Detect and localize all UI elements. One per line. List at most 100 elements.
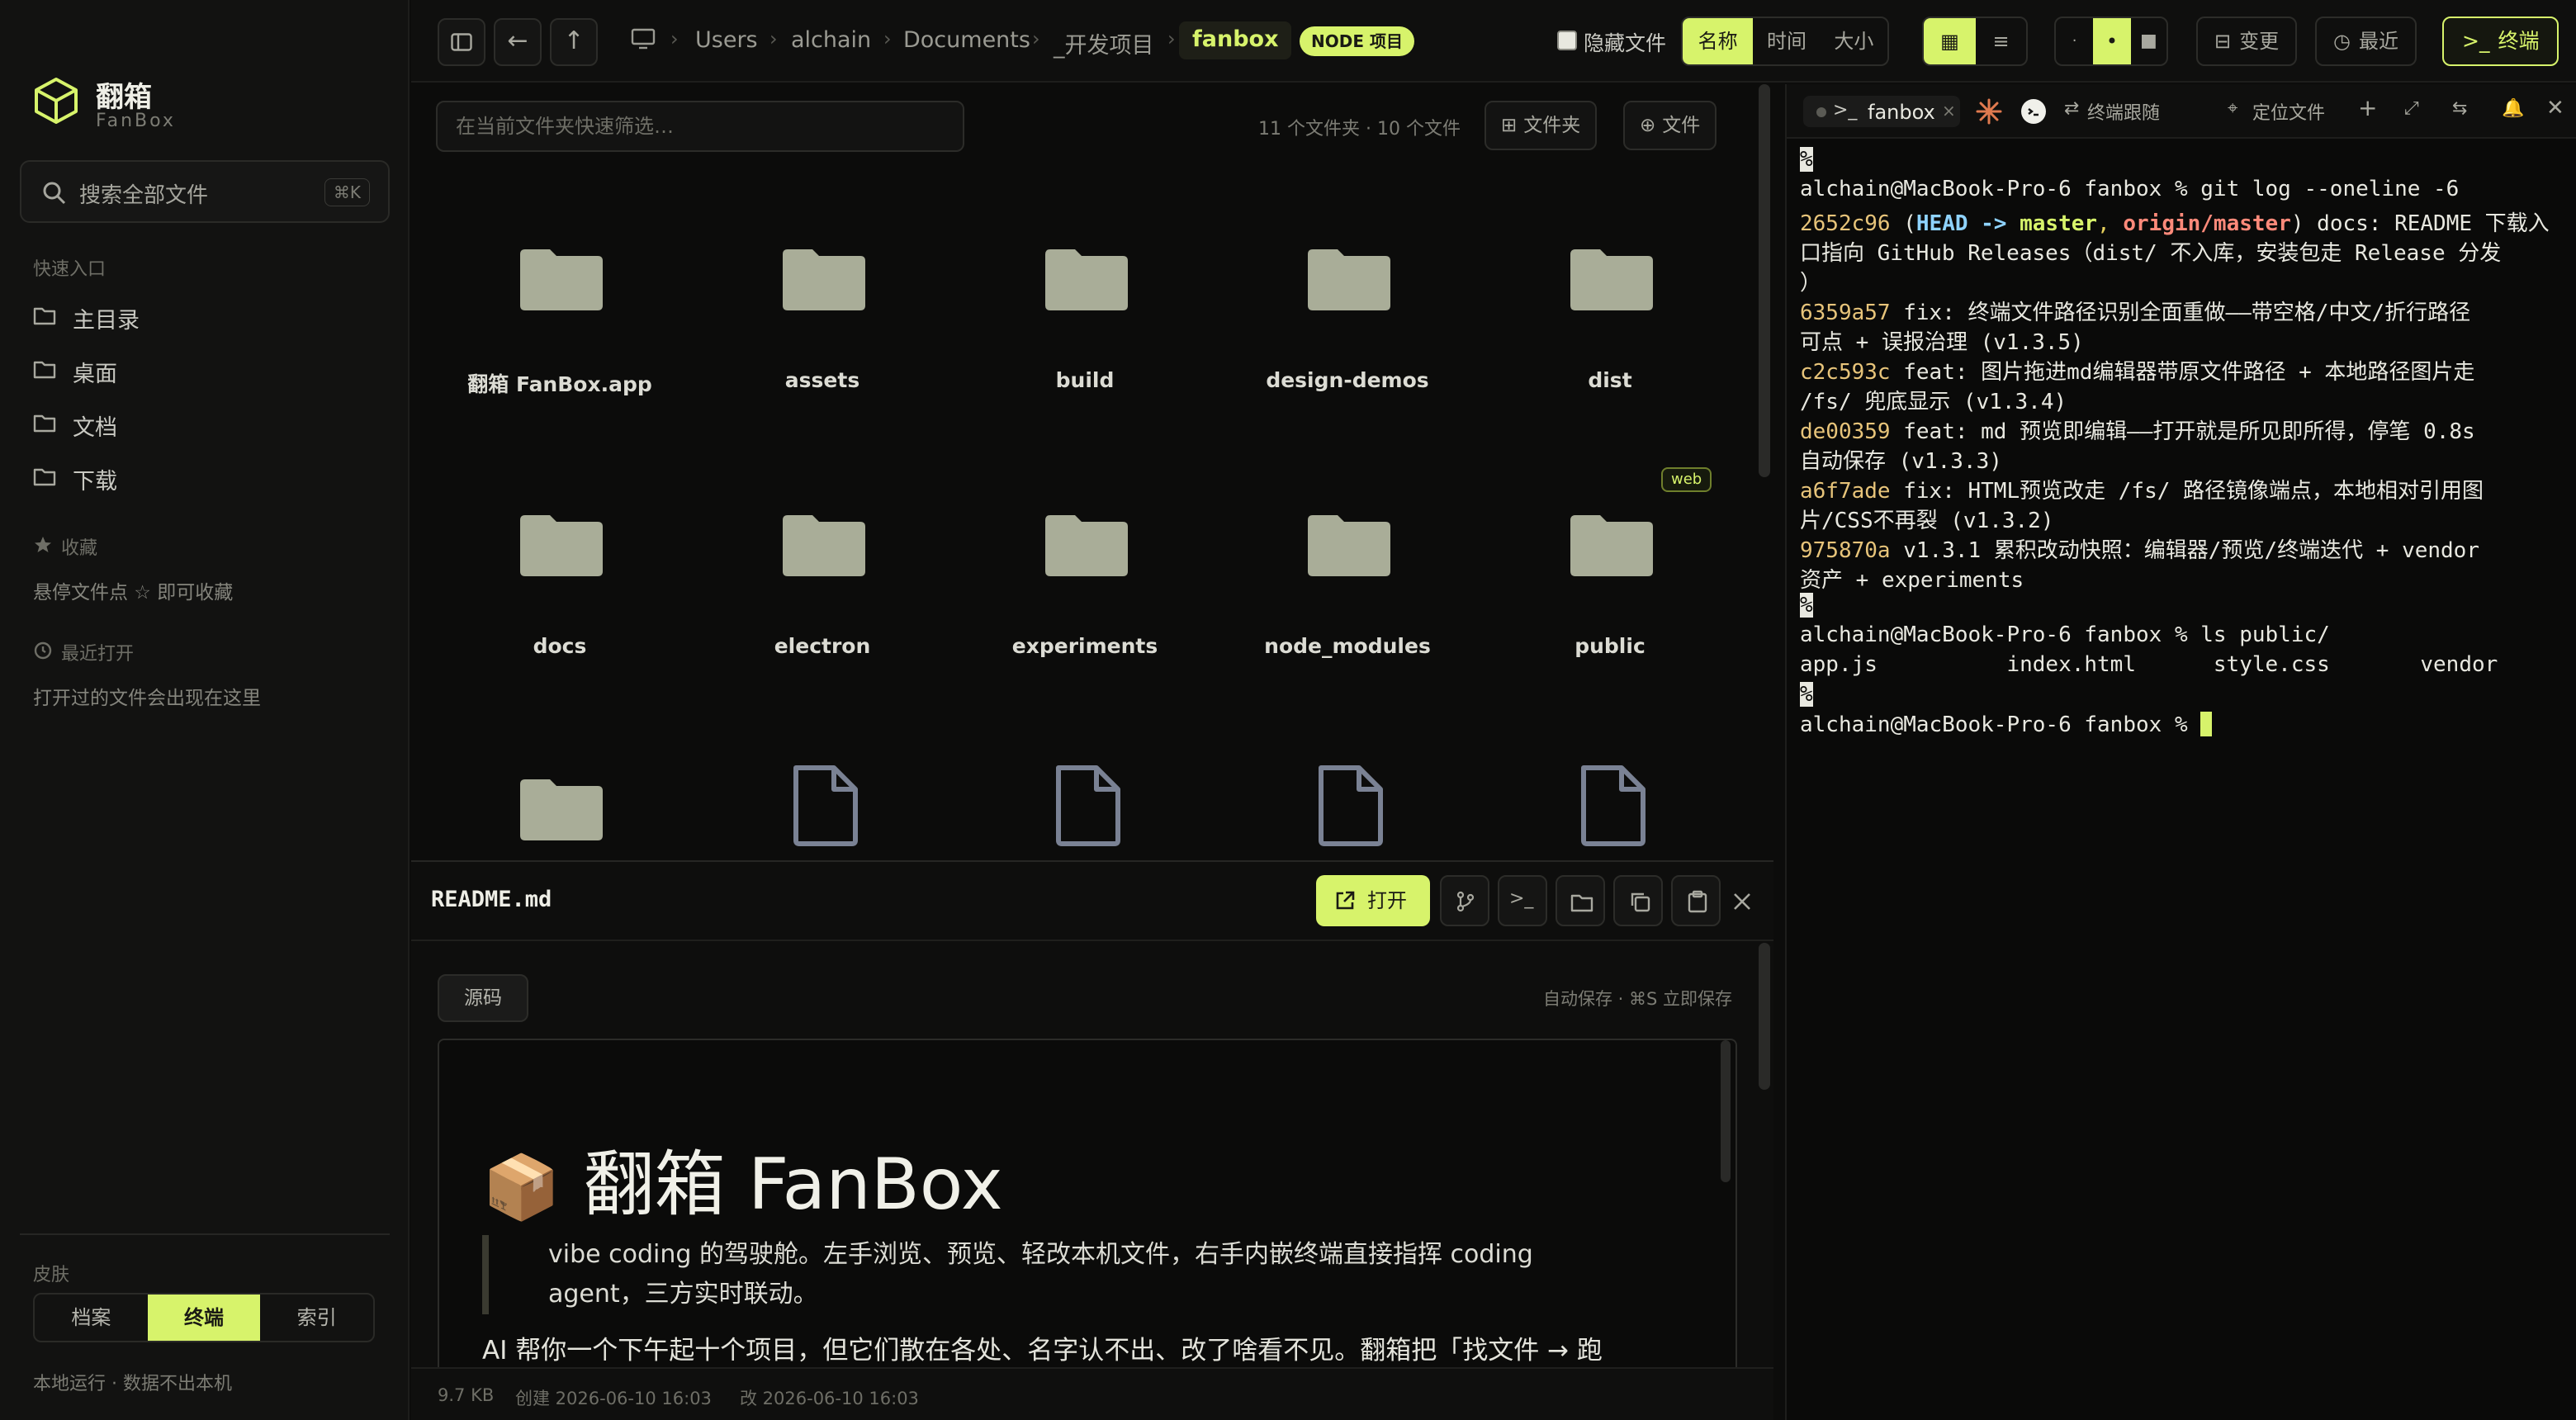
folder-item[interactable]: dist [1486,246,1734,494]
folder-icon [783,515,865,576]
sidebar: 翻箱 FanBox 搜索全部文件 ⌘K 快速入口 主目录 桌面 文档 下载 收藏… [0,0,410,1420]
commit-hash[interactable]: 6359a57 [1800,301,1891,325]
preview-scrollbar[interactable] [1759,943,1770,1090]
swap-icon[interactable]: ⇆ [2452,98,2467,119]
size-small-button[interactable]: · [2056,18,2093,64]
file-item[interactable] [698,764,946,859]
terminal-line: 975870a v1.3.1 累积改动快照：编辑器/预览/终端迭代 + vend… [1800,533,2479,564]
changes-button[interactable]: ⊟ 变更 [2196,17,2298,66]
commit-hash[interactable]: c2c593c [1800,360,1891,385]
file-item[interactable] [1224,764,1471,859]
folder-item[interactable]: public [1486,512,1734,760]
commit-hash[interactable]: 2652c96 [1800,211,1891,236]
clipboard-button[interactable] [1671,875,1721,926]
folder-item[interactable]: build [961,246,1209,494]
hidden-files-checkbox[interactable] [1557,31,1577,50]
locate-file-button[interactable]: 定位文件 [2252,98,2325,125]
new-folder-button[interactable]: ⊞ 文件夹 [1485,101,1598,150]
size-medium-button[interactable]: • [2093,18,2131,64]
file-item[interactable] [961,764,1209,859]
new-terminal-icon[interactable]: + [2358,94,2377,121]
terminal-line: 可点 + 误报治理 (v1.3.5) [1800,330,2084,355]
file-icon [1581,765,1646,846]
terminal-toggle-button[interactable]: >_ 终端 [2442,17,2559,66]
folder-icon [520,249,603,310]
folder-item[interactable] [436,776,684,859]
browser-scrollbar[interactable] [1759,84,1770,477]
source-tab[interactable]: 源码 [438,974,528,1022]
folder-item[interactable]: docs [436,512,684,760]
folder-item[interactable]: electron [698,512,946,760]
sidebar-item-home[interactable]: 主目录 [33,296,380,338]
terminal-line: 6359a57 fix: 终端文件路径识别全面重做——带空格/中文/折行路径 [1800,296,2470,326]
openai-icon[interactable] [2020,97,2048,125]
terminal-icon: >_ [1833,100,1858,121]
breadcrumb-current[interactable]: fanbox [1179,21,1292,59]
breadcrumb-documents[interactable]: Documents [903,27,1030,53]
breadcrumb-alchain[interactable]: alchain [791,27,871,53]
commit-hash[interactable]: 975870a [1800,538,1891,563]
open-file-button[interactable]: 打开 [1316,875,1430,926]
sidebar-item-documents[interactable]: 文档 [33,403,380,446]
breadcrumb-users[interactable]: Users [695,27,758,53]
back-button[interactable]: ← [494,18,542,66]
global-search[interactable]: 搜索全部文件 ⌘K [20,160,390,223]
skin-index[interactable]: 索引 [260,1295,373,1341]
open-in-terminal-button[interactable]: >_ [1498,875,1547,926]
folder-item[interactable]: experiments [961,512,1209,760]
folder-item[interactable]: node_modules [1224,512,1471,760]
commit-message: feat: 图片拖进md编辑器带原文件路径 + 本地路径图片走 [1890,360,2475,385]
file-item[interactable] [1486,764,1734,859]
terminal-tab[interactable]: >_ fanbox × [1803,96,1960,127]
close-tab-icon[interactable]: × [1942,101,1956,121]
breadcrumb-projects[interactable]: _开发项目 [1054,27,1154,59]
terminal-tab-name: fanbox [1868,101,1935,124]
size-large-button[interactable]: ■ [2131,18,2166,64]
new-file-button[interactable]: ⊕ 文件 [1623,101,1717,150]
close-icon[interactable] [1732,892,1752,911]
commit-message: feat: md 预览即编辑——打开就是所见即所得，停笔 0.8s [1890,419,2475,444]
sidebar-item-downloads[interactable]: 下载 [33,457,380,499]
readme-heading: 📦 翻箱 FanBox [482,1126,1003,1229]
folder-filter-input[interactable]: 在当前文件夹快速筛选… [436,101,964,152]
favorites-label: 收藏 [61,538,98,559]
sort-by-name[interactable]: 名称 [1683,18,1754,64]
skin-terminal[interactable]: 终端 [147,1295,261,1341]
doc-scrollbar[interactable] [1721,1040,1731,1182]
search-icon [43,182,66,205]
folder-icon [1570,894,1593,912]
reveal-folder-button[interactable] [1556,875,1605,926]
skin-archive[interactable]: 档案 [35,1295,148,1341]
close-icon[interactable]: ✕ [2546,96,2564,121]
terminal-panel[interactable]: >_ fanbox × ⇄ 终端跟随 ⌖ 定位文件 + ⤢ ⇆ 🔔 ✕ % al… [1785,84,2576,1420]
folder-item[interactable]: design-demos [1224,246,1471,494]
terminal-line: a6f7ade fix: HTML预览改走 /fs/ 路径镜像端点，本地相对引用… [1800,474,2484,504]
sidebar-item-label: 下载 [73,469,117,495]
toggle-sidebar-button[interactable] [438,18,485,66]
claude-icon[interactable] [1975,97,2003,125]
markdown-preview[interactable]: 📦 翻箱 FanBox vibe coding 的驾驶舱。左手浏览、预览、轻改本机… [438,1039,1737,1385]
list-view-button[interactable]: ≡ [1976,18,2026,64]
folder-item[interactable]: 翻箱 FanBox.app [436,246,684,494]
terminal-follow-button[interactable]: 终端跟随 [2087,98,2160,125]
commit-hash[interactable]: de00359 [1800,419,1891,444]
folder-icon [33,414,56,433]
clipboard-icon [1688,890,1707,913]
divider [20,1233,390,1235]
terminal-line: 2652c96 (HEAD -> master, origin/master) … [1800,211,2550,236]
recent-button[interactable]: ◷ 最近 [2315,17,2417,66]
web-tag-badge: web [1661,467,1712,492]
git-branch-button[interactable] [1440,875,1489,926]
sort-by-size[interactable]: 大小 [1821,18,1887,64]
up-button[interactable]: ↑ [550,18,598,66]
copy-path-button[interactable] [1613,875,1663,926]
terminal-line: alchain@MacBook-Pro-6 fanbox % [1800,712,2213,737]
grid-view-button[interactable]: ▦ [1924,18,1976,64]
bell-icon[interactable]: 🔔 [2502,98,2524,119]
sidebar-item-desktop[interactable]: 桌面 [33,349,380,392]
crosshair-icon: ⌖ [2228,98,2238,119]
commit-hash[interactable]: a6f7ade [1800,479,1891,504]
expand-icon[interactable]: ⤢ [2404,98,2419,119]
folder-item[interactable]: assets [698,246,946,494]
sort-by-time[interactable]: 时间 [1753,18,1820,64]
